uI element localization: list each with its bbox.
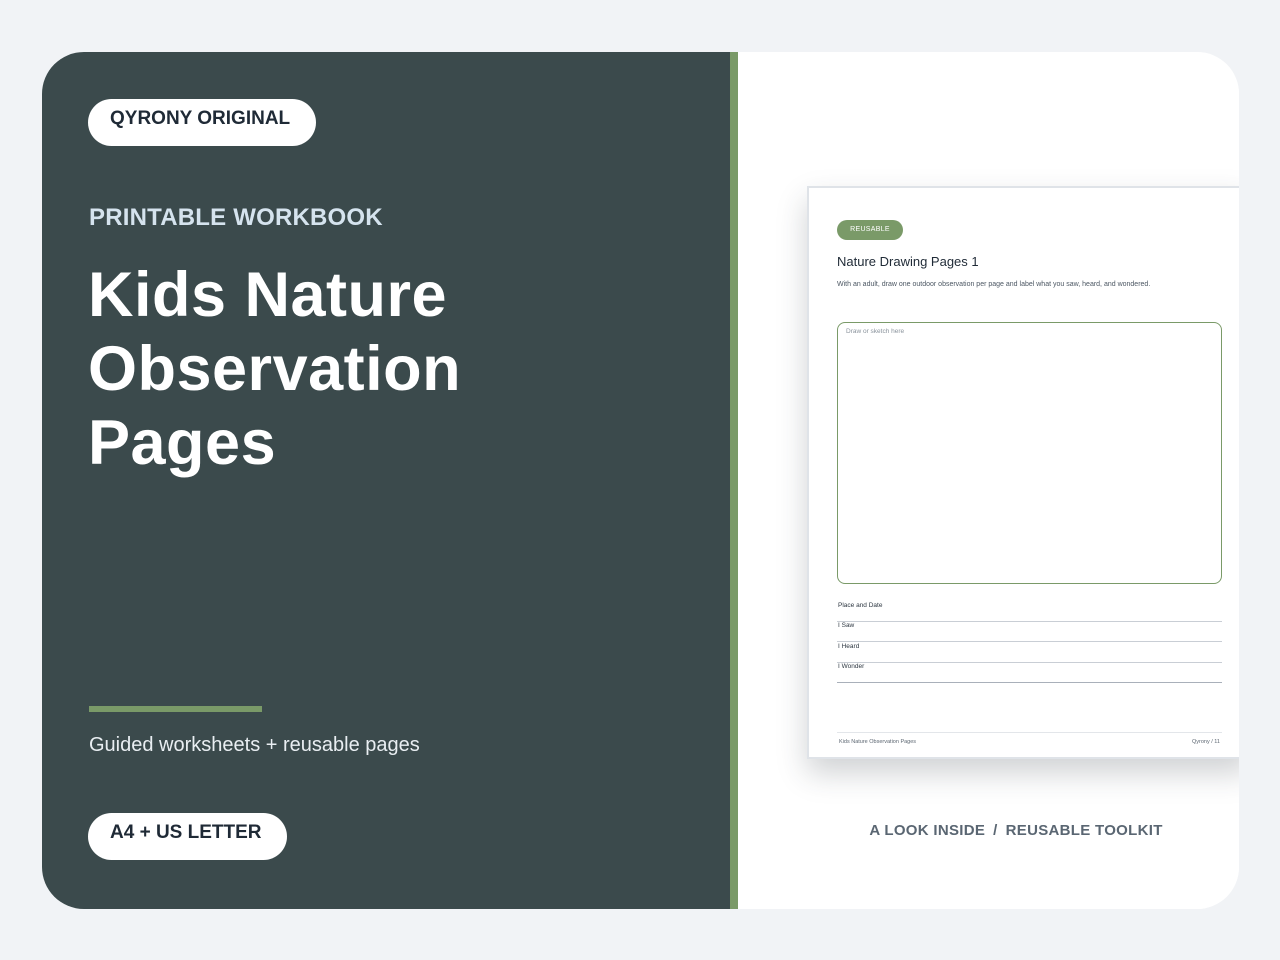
title-line: Pages bbox=[88, 408, 277, 478]
worksheet-title: Nature Drawing Pages 1 bbox=[837, 254, 979, 269]
drawing-hint: Draw or sketch here bbox=[846, 328, 905, 335]
title-line: Kids Nature bbox=[88, 260, 448, 330]
worksheet-footer: Kids Nature Observation Pages Qyrony / 1… bbox=[837, 732, 1222, 749]
footer-page-number: Qyrony / 11 bbox=[1191, 739, 1220, 745]
workbook-eyebrow: PRINTABLE WORKBOOK bbox=[89, 204, 383, 231]
accent-bar bbox=[89, 706, 262, 712]
caption-separator: / bbox=[993, 822, 998, 839]
worksheet-instructions: With an adult, draw one outdoor observat… bbox=[837, 281, 1151, 288]
format-badge: A4 + US LETTER bbox=[88, 813, 287, 860]
accent-divider bbox=[730, 52, 738, 909]
worksheet-preview: REUSABLE Nature Drawing Pages 1 With an … bbox=[807, 186, 1239, 759]
footer-title: Kids Nature Observation Pages bbox=[839, 739, 917, 745]
cover-panel: QYRONY ORIGINAL PRINTABLE WORKBOOK Kids … bbox=[42, 52, 730, 909]
title-line: Observation bbox=[88, 334, 462, 404]
field-label: I Heard bbox=[838, 643, 860, 650]
field-label: I Wonder bbox=[838, 663, 865, 670]
caption-left: A LOOK INSIDE bbox=[869, 822, 986, 839]
product-subtitle: Guided worksheets + reusable pages bbox=[89, 734, 420, 756]
field-label: Place and Date bbox=[838, 602, 883, 609]
product-card: QYRONY ORIGINAL PRINTABLE WORKBOOK Kids … bbox=[42, 52, 1239, 909]
field-label: I Saw bbox=[838, 622, 855, 629]
preview-caption: A LOOK INSIDE / REUSABLE TOOLKIT bbox=[738, 822, 1239, 839]
caption-right: REUSABLE TOOLKIT bbox=[1005, 822, 1163, 839]
product-title: Kids Nature Observation Pages bbox=[88, 258, 688, 480]
field-i-saw: I Saw bbox=[837, 622, 1222, 642]
preview-panel: REUSABLE Nature Drawing Pages 1 With an … bbox=[738, 52, 1239, 909]
reusable-badge: REUSABLE bbox=[837, 220, 903, 240]
field-place-date: Place and Date bbox=[837, 602, 1222, 622]
field-i-heard: I Heard bbox=[837, 643, 1222, 663]
field-i-wonder: I Wonder bbox=[837, 663, 1222, 683]
drawing-area: Draw or sketch here bbox=[837, 322, 1222, 584]
brand-badge: QYRONY ORIGINAL bbox=[88, 99, 316, 146]
